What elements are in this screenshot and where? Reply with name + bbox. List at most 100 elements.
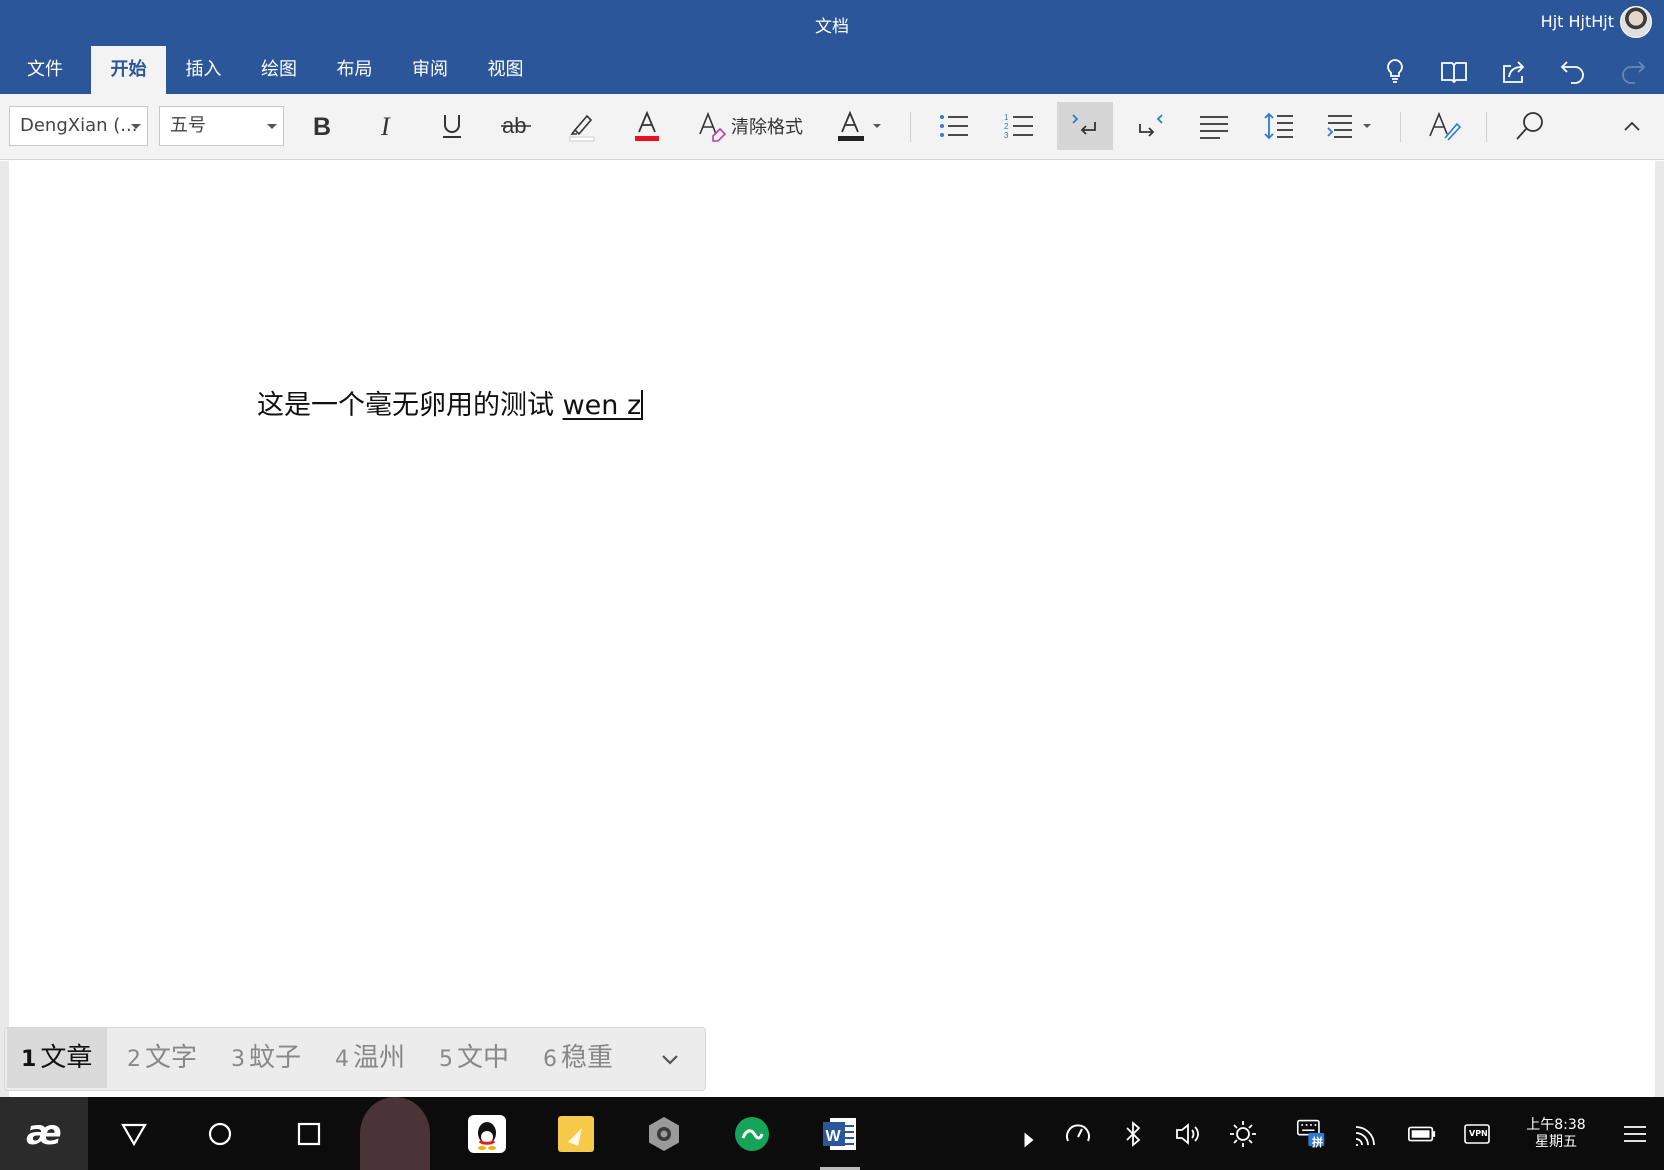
cast-icon[interactable] [1352, 1119, 1382, 1149]
tab-file[interactable]: 文件 [0, 46, 90, 94]
vpn-label: VPN [1469, 1129, 1488, 1138]
app-blurred-icon[interactable] [360, 1097, 430, 1170]
share-icon[interactable] [1499, 56, 1529, 86]
clock-time: 上午8:38 [1526, 1117, 1586, 1133]
numbering-button[interactable]: 123 [995, 102, 1043, 150]
ribbon-tabs: 文件 开始 插入 绘图 布局 审阅 视图 [0, 46, 1664, 94]
svg-text:W: W [826, 1128, 842, 1145]
font-name-dropdown[interactable]: DengXian (... [9, 106, 148, 146]
ime-candidate-4[interactable]: 4 温州 [331, 1028, 409, 1088]
document-title: 文档 [815, 17, 849, 37]
text-shading-button[interactable] [830, 102, 890, 150]
word-app-icon[interactable]: W [820, 1097, 860, 1170]
ime-mode-badge: 拼 [1312, 1136, 1323, 1149]
brightness-icon[interactable] [1228, 1119, 1258, 1149]
taskbar: æ W 拼 VPN 上午8:38 星期五 [0, 1097, 1664, 1170]
ime-candidate-5[interactable]: 5 文中 [435, 1028, 513, 1088]
svg-text:2: 2 [1004, 122, 1009, 131]
clear-formatting-label: 清除格式 [731, 117, 803, 138]
clock[interactable]: 上午8:38 星期五 [1516, 1117, 1596, 1151]
document-canvas: 这是一个毫无卵用的测试 wen z [0, 161, 1664, 1097]
start-button[interactable]: æ [0, 1097, 88, 1170]
bluetooth-icon[interactable] [1118, 1119, 1148, 1149]
font-size-dropdown[interactable]: 五号 [159, 106, 284, 146]
settings-app-icon[interactable] [644, 1097, 684, 1170]
candidate-text: 文章 [40, 1043, 93, 1073]
tab-home[interactable]: 开始 [91, 46, 166, 94]
recents-icon[interactable] [291, 1097, 327, 1170]
candidate-text: 文中 [457, 1043, 510, 1073]
undo-icon[interactable] [1558, 56, 1588, 86]
ime-candidate-1[interactable]: 1 文章 [7, 1028, 107, 1088]
tab-view[interactable]: 视图 [468, 46, 543, 94]
font-color-button[interactable] [625, 102, 669, 150]
increase-indent-button[interactable] [1125, 102, 1175, 150]
redo-icon[interactable] [1618, 56, 1648, 86]
candidate-number: 6 [543, 1047, 557, 1072]
font-name-value: DengXian (... [20, 115, 138, 136]
qq-app-icon[interactable] [467, 1097, 507, 1170]
speed-icon[interactable] [1063, 1119, 1093, 1149]
bold-button[interactable]: B [300, 102, 344, 150]
battery-icon [1407, 1119, 1439, 1149]
ime-candidate-3[interactable]: 3 蚊子 [227, 1028, 305, 1088]
paragraph-options-button[interactable] [1320, 102, 1380, 150]
user-name[interactable]: Hjt HjtHjt [1541, 12, 1614, 31]
decrease-indent-button[interactable] [1057, 102, 1113, 150]
candidate-number: 5 [439, 1047, 453, 1072]
vpn-icon[interactable]: VPN [1462, 1119, 1492, 1149]
document-text: 这是一个毫无卵用的测试 [257, 390, 563, 421]
candidate-text: 文字 [145, 1043, 198, 1073]
search-icon[interactable] [1505, 102, 1555, 150]
candidate-number: 3 [231, 1047, 245, 1072]
align-left-button[interactable] [1190, 102, 1238, 150]
tab-draw[interactable]: 绘图 [241, 46, 317, 94]
ime-candidate-bar: 1 文章 2 文字 3 蚊子 4 温州 5 文中 6 稳重 [4, 1027, 706, 1091]
candidate-text: 温州 [353, 1043, 406, 1073]
expand-tray-icon[interactable] [1014, 1125, 1034, 1148]
lightbulb-icon[interactable] [1380, 56, 1410, 86]
tab-layout[interactable]: 布局 [317, 46, 392, 94]
line-spacing-button[interactable] [1255, 102, 1303, 150]
clear-formatting-button[interactable]: 清除格式 [690, 102, 810, 150]
candidate-text: 蚊子 [249, 1043, 302, 1073]
ime-composition-text: wen z [562, 390, 642, 421]
chevron-down-icon[interactable] [657, 1046, 683, 1072]
text-cursor [641, 390, 644, 420]
reading-mode-icon[interactable] [1439, 56, 1469, 86]
highlight-button[interactable] [560, 102, 604, 150]
clear-formatting-icon [699, 111, 727, 142]
collapse-ribbon-icon[interactable] [1615, 102, 1649, 150]
home-icon[interactable] [202, 1097, 238, 1170]
styles-button[interactable] [1418, 102, 1470, 150]
volume-icon[interactable] [1173, 1119, 1203, 1149]
document-page[interactable]: 这是一个毫无卵用的测试 wen z [9, 161, 1655, 1097]
font-size-value: 五号 [170, 115, 206, 136]
back-icon[interactable] [116, 1097, 152, 1170]
document-paragraph[interactable]: 这是一个毫无卵用的测试 wen z [257, 383, 644, 422]
candidate-text: 稳重 [561, 1043, 614, 1073]
ime-candidate-2[interactable]: 2 文字 [123, 1028, 201, 1088]
keyboard-ime-icon[interactable]: 拼 [1296, 1117, 1330, 1151]
svg-text:I: I [380, 113, 391, 139]
bullets-button[interactable] [930, 102, 978, 150]
menu-icon[interactable] [1620, 1119, 1650, 1149]
avatar[interactable] [1620, 6, 1652, 38]
browser-app-icon[interactable] [732, 1097, 772, 1170]
underline-button[interactable] [430, 102, 474, 150]
italic-button[interactable]: I [365, 102, 409, 150]
tab-insert[interactable]: 插入 [166, 46, 241, 94]
svg-text:1: 1 [1004, 113, 1009, 122]
ime-candidate-6[interactable]: 6 稳重 [539, 1028, 617, 1088]
chevron-down-icon [267, 124, 277, 129]
candidate-number: 2 [127, 1047, 141, 1072]
candidate-number: 4 [335, 1047, 349, 1072]
strikethrough-button[interactable]: ab [494, 102, 540, 150]
clock-day: 星期五 [1535, 1134, 1577, 1150]
notes-app-icon[interactable] [556, 1097, 596, 1170]
tab-review[interactable]: 审阅 [392, 46, 468, 94]
chevron-down-icon [131, 124, 141, 129]
svg-text:3: 3 [1004, 131, 1009, 140]
home-ribbon: DengXian (... 五号 B I ab 清除格式 123 [0, 94, 1664, 160]
svg-text:B: B [313, 113, 331, 139]
